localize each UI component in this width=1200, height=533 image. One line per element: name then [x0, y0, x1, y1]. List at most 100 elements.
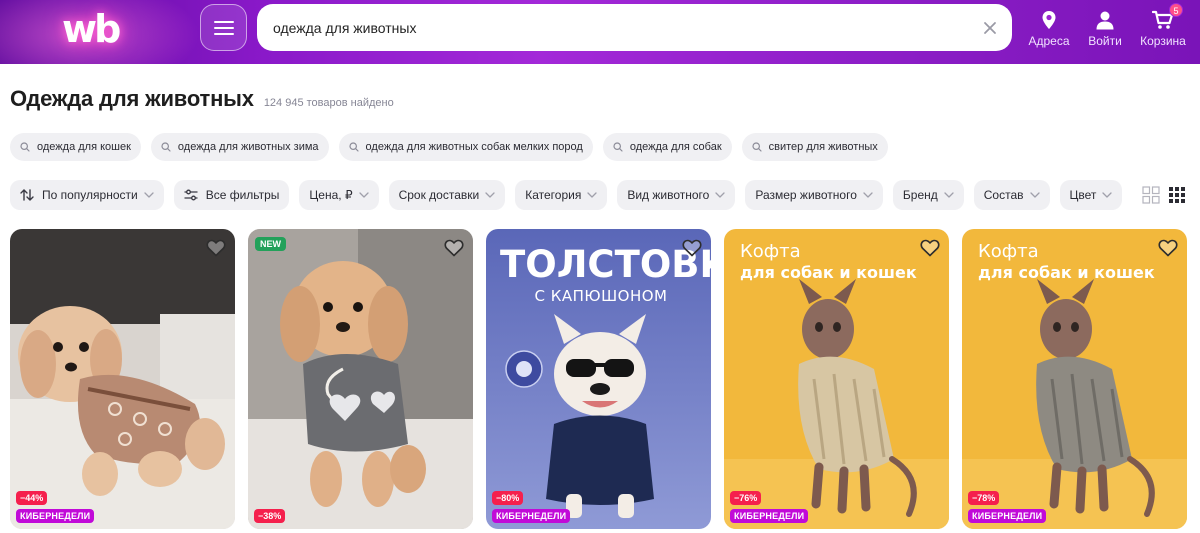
wildberries-logo[interactable]: wb — [62, 6, 142, 52]
search-icon — [20, 142, 30, 152]
search-bar — [257, 4, 1012, 51]
login-label: Войти — [1088, 34, 1122, 48]
filter-label: Состав — [983, 188, 1024, 202]
search-icon — [613, 142, 623, 152]
product-card[interactable]: NEW −38% — [248, 229, 473, 529]
poster-subtitle: для собак и кошек — [978, 263, 1155, 282]
filter-animal-type[interactable]: Вид животного — [617, 180, 736, 210]
poster-subtitle: для собак и кошек — [740, 263, 917, 282]
product-image — [10, 229, 235, 529]
suggestion-label: одежда для животных собак мелких пород — [365, 141, 583, 153]
product-card[interactable]: ТОЛСТОВКА С КАПЮШОНОМ −80% КИБЕРНЕДЕЛИ — [486, 229, 711, 529]
promo-badge: КИБЕРНЕДЕЛИ — [968, 509, 1047, 523]
chevron-down-icon — [587, 192, 597, 198]
poster-title: ТОЛСТОВКА — [500, 243, 711, 286]
search-icon — [348, 142, 359, 152]
addresses-label: Адреса — [1028, 34, 1070, 48]
results-count: 124 945 товаров найдено — [263, 97, 394, 109]
promo-badge: КИБЕРНЕДЕЛИ — [492, 509, 571, 523]
filter-bar: По популярности Все фильтры Цена, ₽ Срок… — [10, 180, 1123, 210]
login-button[interactable]: Войти — [1086, 6, 1124, 50]
filter-label: Бренд — [902, 188, 938, 202]
product-grid: −44% КИБЕРНЕДЕЛИ NEW −38% ТОЛСТОВ С КАПЮ… — [10, 229, 1187, 529]
title-row: Одежда для животных 124 945 товаров найд… — [10, 86, 394, 112]
favorite-button[interactable] — [203, 235, 229, 261]
grid-small-icon[interactable] — [1168, 186, 1186, 204]
heart-icon — [206, 239, 226, 257]
cart-button[interactable]: 5 Корзина — [1139, 3, 1187, 50]
hamburger-icon — [213, 20, 234, 35]
filter-label: Категория — [525, 188, 582, 202]
suggestion-label: одежда для собак — [629, 141, 722, 153]
suggestion-chip[interactable]: одежда для животных собак мелких пород — [338, 133, 593, 161]
product-image — [248, 229, 473, 529]
suggestion-chip[interactable]: одежда для собак — [602, 133, 732, 161]
discount-badge: −76% — [730, 491, 762, 505]
poster-title: Кофта — [740, 241, 801, 262]
suggestion-chip[interactable]: одежда для кошек — [10, 133, 141, 161]
suggestion-chip[interactable]: одежда для животных зима — [150, 133, 329, 161]
favorite-button[interactable] — [679, 235, 705, 261]
suggestion-label: одежда для животных зима — [177, 141, 319, 153]
cart-label: Корзина — [1140, 34, 1186, 48]
discount-badge: −44% — [16, 491, 48, 505]
search-input[interactable] — [257, 19, 968, 36]
chevron-down-icon — [1102, 192, 1113, 198]
filter-brand[interactable]: Бренд — [892, 180, 964, 210]
chevron-down-icon — [715, 192, 725, 198]
discount-badge: −38% — [254, 509, 286, 523]
filter-composition[interactable]: Состав — [973, 180, 1050, 210]
filter-label: Размер животного — [755, 188, 857, 202]
filter-delivery-time[interactable]: Срок доставки — [388, 180, 506, 210]
sort-dropdown[interactable]: По популярности — [10, 180, 164, 210]
menu-button[interactable] — [200, 4, 247, 51]
sort-label: По популярности — [42, 188, 138, 202]
chevron-down-icon — [863, 192, 873, 198]
filter-label: Срок доставки — [398, 188, 480, 202]
product-card[interactable]: Кофта для собак и кошек −78% КИБЕРНЕДЕЛИ — [962, 229, 1187, 529]
heart-icon — [444, 239, 464, 257]
page-title: Одежда для животных — [10, 86, 254, 111]
filter-label: Вид животного — [627, 188, 710, 202]
search-icon — [161, 142, 171, 152]
filter-label: Цена, ₽ — [309, 188, 353, 202]
filter-label: Цвет — [1069, 188, 1097, 202]
discount-badge: −80% — [492, 491, 524, 505]
filter-animal-size[interactable]: Размер животного — [745, 180, 883, 210]
sliders-icon — [184, 189, 198, 201]
filter-color[interactable]: Цвет — [1059, 180, 1123, 210]
filter-category[interactable]: Категория — [515, 180, 608, 210]
discount-badge: −78% — [968, 491, 1000, 505]
chevron-down-icon — [358, 192, 369, 198]
suggestion-label: свитер для животных — [768, 141, 878, 153]
cart-count-badge: 5 — [1169, 3, 1183, 17]
new-badge: NEW — [255, 237, 286, 251]
favorite-button[interactable] — [441, 235, 467, 261]
user-icon — [1096, 11, 1114, 30]
filter-price[interactable]: Цена, ₽ — [299, 180, 379, 210]
chevron-down-icon — [485, 192, 495, 198]
promo-badge: КИБЕРНЕДЕЛИ — [730, 509, 809, 523]
all-filters-label: Все фильтры — [205, 188, 280, 202]
chevron-down-icon — [1029, 192, 1040, 198]
product-card[interactable]: Кофта для собак и кошек −76% КИБЕРНЕДЕЛИ — [724, 229, 949, 529]
promo-badge: КИБЕРНЕДЕЛИ — [16, 509, 95, 523]
grid-large-icon[interactable] — [1142, 186, 1160, 204]
heart-icon — [1158, 239, 1178, 257]
view-toggle — [1142, 186, 1186, 204]
poster-title: Кофта — [978, 241, 1039, 262]
all-filters-button[interactable]: Все фильтры — [173, 180, 290, 210]
favorite-button[interactable] — [917, 235, 943, 261]
sort-icon — [20, 189, 34, 201]
clear-search-button[interactable] — [968, 4, 1012, 51]
addresses-button[interactable]: Адреса — [1028, 6, 1070, 50]
close-icon — [984, 21, 996, 34]
product-card[interactable]: −44% КИБЕРНЕДЕЛИ — [10, 229, 235, 529]
poster-subtitle: С КАПЮШОНОМ — [534, 287, 668, 305]
suggestion-chip[interactable]: свитер для животных — [741, 133, 888, 161]
heart-icon — [682, 239, 702, 257]
chevron-down-icon — [944, 192, 954, 198]
search-suggestions: одежда для кошек одежда для животных зим… — [10, 133, 888, 161]
favorite-button[interactable] — [1155, 235, 1181, 261]
suggestion-label: одежда для кошек — [37, 141, 131, 153]
